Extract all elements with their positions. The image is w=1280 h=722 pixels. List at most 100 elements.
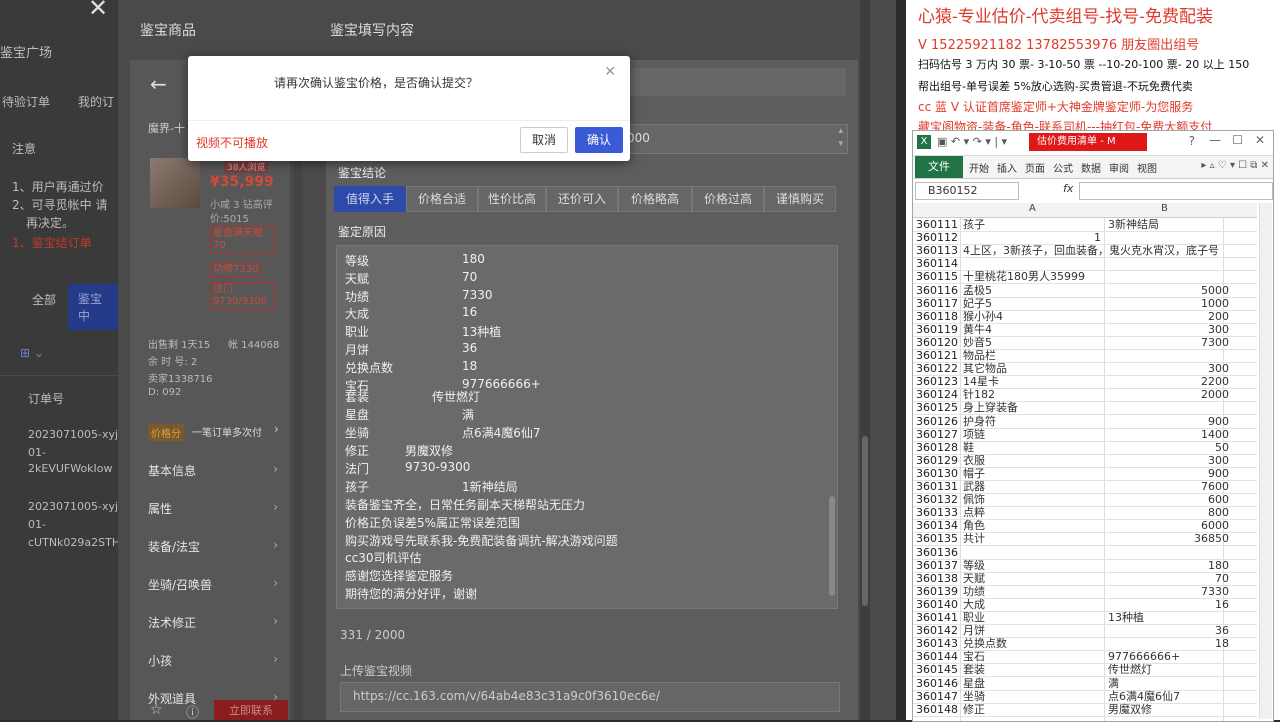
conclusion-tab[interactable]: 还价可入 <box>546 186 618 212</box>
column-a-header[interactable]: A <box>1029 203 1036 214</box>
cell-b[interactable]: 1000 <box>1201 297 1229 310</box>
function-icon[interactable]: fx <box>1063 182 1073 195</box>
cell-a[interactable]: 星盘 <box>963 677 985 690</box>
table-row[interactable]: 360134 角色 6000 <box>913 519 1257 534</box>
nav-item[interactable]: 法术修正 › <box>148 614 278 631</box>
cell-b[interactable]: 900 <box>1208 415 1229 428</box>
page-scrollbar[interactable] <box>860 0 870 720</box>
cell-b[interactable]: 800 <box>1208 506 1229 519</box>
cell-b[interactable]: 36850 <box>1194 532 1229 545</box>
cell-a[interactable]: 黄牛4 <box>963 323 992 336</box>
order-id[interactable]: 2kEVUFWokIow <box>28 462 113 475</box>
scrollbar-thumb[interactable] <box>862 436 868 606</box>
nav-item[interactable]: 坐骑/召唤兽 › <box>148 576 278 593</box>
tab-my-orders[interactable]: 我的订 <box>78 93 114 110</box>
cell-a[interactable]: 坐骑 <box>963 690 985 703</box>
conclusion-tab[interactable]: 谨慎购买 <box>764 186 836 212</box>
cell-a[interactable]: 14星卡 <box>963 375 999 388</box>
cell-a[interactable]: 大成 <box>963 598 985 611</box>
product-avatar[interactable] <box>150 158 200 208</box>
table-row[interactable]: 360145 套装 传世燃灯 <box>913 663 1257 678</box>
table-row[interactable]: 360140 大成 16 <box>913 598 1257 612</box>
table-row[interactable]: 360128 鞋 50 <box>913 441 1257 455</box>
cell-b[interactable]: 977666666+ <box>1108 650 1180 663</box>
table-row[interactable]: 360129 衣服 300 <box>913 454 1257 468</box>
video-url-input[interactable]: https://cc.163.com/v/64ab4e83c31a9c0f361… <box>340 682 840 712</box>
excel-scrollbar[interactable] <box>1259 203 1272 719</box>
contact-button[interactable]: 立即联系 <box>214 700 288 720</box>
close-icon[interactable]: ✕ <box>1255 133 1265 147</box>
nav-item[interactable]: 属性 › <box>148 500 278 517</box>
nav-item[interactable]: 基本信息 › <box>148 462 278 479</box>
ribbon-tab[interactable]: 插入 <box>997 160 1017 175</box>
cell-b[interactable]: 7300 <box>1201 336 1229 349</box>
cell-b[interactable]: 1400 <box>1201 428 1229 441</box>
split-pay-text[interactable]: 一笔订单多次付 <box>192 424 262 439</box>
cell-a[interactable]: 天赋 <box>963 572 985 585</box>
cell-a[interactable]: 月饼 <box>963 624 985 637</box>
cell-a[interactable]: 修正 <box>963 703 985 716</box>
cell-a[interactable]: 护身符 <box>963 415 996 428</box>
table-row[interactable]: 360138 天赋 70 <box>913 572 1257 586</box>
ribbon-tab[interactable]: 公式 <box>1053 160 1073 175</box>
conclusion-tab[interactable]: 价格合适 <box>406 186 478 212</box>
table-row[interactable]: 360147 坐骑 点6满4魔6仙7 <box>913 690 1257 704</box>
table-row[interactable]: 360125 身上穿装备 <box>913 401 1257 416</box>
cell-b[interactable]: 5000 <box>1201 284 1229 297</box>
cancel-button[interactable]: 取消 <box>520 127 568 153</box>
table-row[interactable]: 360126 护身符 900 <box>913 415 1257 429</box>
cell-a[interactable]: 武器 <box>963 480 985 493</box>
cell-b[interactable]: 13种植 <box>1108 611 1144 624</box>
table-row[interactable]: 360118 猴小孙4 200 <box>913 310 1257 324</box>
table-row[interactable]: 360137 等级 180 <box>913 559 1257 573</box>
table-row[interactable]: 360135 共计 36850 <box>913 532 1257 547</box>
order-id[interactable]: 2023071005-xyj <box>28 500 118 513</box>
cell-a[interactable]: 孩子 <box>963 218 985 231</box>
cell-a[interactable]: 其它物品 <box>963 362 1007 375</box>
help-icon[interactable]: ? <box>1189 134 1195 148</box>
table-row[interactable]: 360139 功绩 7330 <box>913 585 1257 599</box>
table-row[interactable]: 360144 宝石 977666666+ <box>913 650 1257 665</box>
cell-a[interactable]: 角色 <box>963 519 985 532</box>
table-row[interactable]: 360113 4上区，3新孩子，回血装备，鬼火克水宵汉，底子号 <box>913 244 1257 259</box>
cell-a[interactable]: 兑换点数 <box>963 637 1007 650</box>
cell-a[interactable]: 套装 <box>963 663 985 676</box>
conclusion-tab[interactable]: 价格略高 <box>618 186 692 212</box>
cell-a[interactable]: 1 <box>963 231 1101 244</box>
ribbon-icons[interactable]: ▸ ▵ ♡ ▾ ☐ ⧉ ✕ <box>1201 160 1269 171</box>
reason-textarea[interactable]: 等级 180 天赋 70 功绩 7330 大成 16 职业 13种植 月饼 36 兑换点数 18 宝石 977… <box>336 245 838 609</box>
table-row[interactable]: 360117 妃子5 1000 <box>913 297 1257 311</box>
table-row[interactable]: 360111 孩子 3新神结局 <box>913 218 1257 232</box>
confirm-button[interactable]: 确认 <box>575 127 623 153</box>
table-row[interactable]: 360142 月饼 36 <box>913 624 1257 639</box>
cell-b[interactable]: 传世燃灯 <box>1108 663 1152 676</box>
cell-b[interactable]: 点6满4魔6仙7 <box>1108 690 1180 703</box>
cell-b[interactable]: 600 <box>1208 493 1229 506</box>
cell-b[interactable]: 18 <box>1215 637 1229 650</box>
cell-a[interactable]: 等级 <box>963 559 985 572</box>
cell-b[interactable]: 70 <box>1215 572 1229 585</box>
star-icon[interactable]: ☆ <box>150 702 163 718</box>
table-row[interactable]: 360127 项链 1400 <box>913 428 1257 442</box>
cell-b[interactable]: 16 <box>1215 598 1229 611</box>
cell-b[interactable]: 7600 <box>1201 480 1229 493</box>
formula-bar[interactable] <box>1079 182 1273 200</box>
order-id[interactable]: 2023071005-xyj <box>28 428 118 441</box>
info-icon[interactable]: ⓘ <box>186 702 199 720</box>
minimize-icon[interactable]: — <box>1209 133 1221 147</box>
arrow-left-icon[interactable]: ← <box>150 72 167 96</box>
ribbon-tab[interactable]: 数据 <box>1081 160 1101 175</box>
cell-b[interactable]: 3新神结局 <box>1108 218 1159 231</box>
cell-a[interactable]: 针182 <box>963 388 995 401</box>
textarea-scrollbar[interactable] <box>829 496 835 596</box>
cell-b[interactable]: 50 <box>1215 441 1229 454</box>
cell-a[interactable]: 鞋 <box>963 441 974 454</box>
cell-b[interactable]: 900 <box>1208 467 1229 480</box>
cell-b[interactable]: 2000 <box>1201 388 1229 401</box>
cell-a[interactable]: 项链 <box>963 428 985 441</box>
table-row[interactable]: 360141 职业 13种植 <box>913 611 1257 625</box>
cell-b[interactable]: 满 <box>1108 677 1119 690</box>
cell-a[interactable]: 物品栏 <box>963 349 996 362</box>
table-row[interactable]: 360121 物品栏 <box>913 349 1257 363</box>
name-box[interactable]: B360152 <box>915 182 1019 200</box>
